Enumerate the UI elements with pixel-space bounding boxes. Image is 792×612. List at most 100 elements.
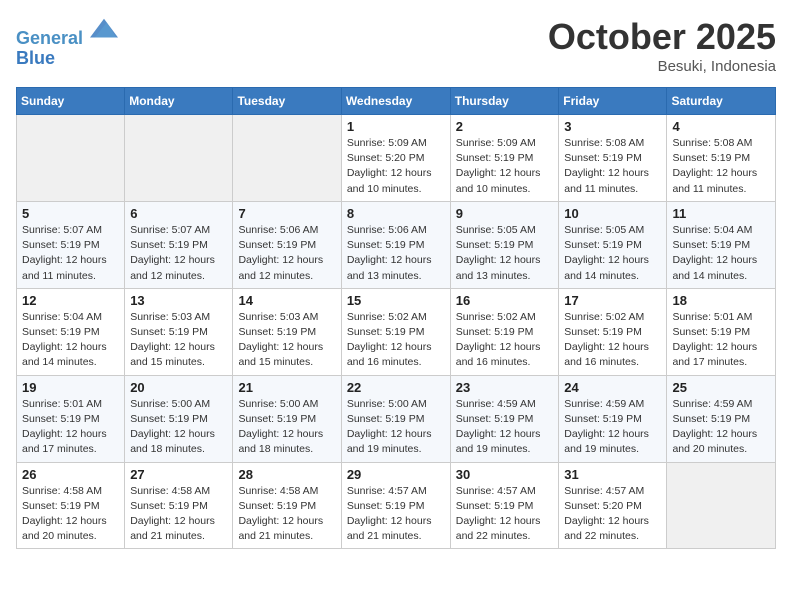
day-number: 12 (22, 293, 119, 308)
day-info: Sunrise: 4:57 AM Sunset: 5:19 PM Dayligh… (347, 484, 445, 545)
calendar-cell: 11 Sunrise: 5:04 AM Sunset: 5:19 PM Dayli… (667, 201, 776, 288)
calendar-week-row: 26 Sunrise: 4:58 AM Sunset: 5:19 PM Dayli… (17, 462, 776, 549)
logo-icon (90, 16, 118, 44)
calendar-week-row: 19 Sunrise: 5:01 AM Sunset: 5:19 PM Dayli… (17, 375, 776, 462)
calendar-cell: 12 Sunrise: 5:04 AM Sunset: 5:19 PM Dayli… (17, 288, 125, 375)
day-info: Sunrise: 5:02 AM Sunset: 5:19 PM Dayligh… (347, 310, 445, 371)
calendar-cell: 31Sunrise: 4:57 AM Sunset: 5:20 PM Dayli… (559, 462, 667, 549)
calendar-cell (233, 115, 341, 202)
calendar-cell: 16Sunrise: 5:02 AM Sunset: 5:19 PM Dayli… (450, 288, 559, 375)
day-info: Sunrise: 4:57 AM Sunset: 5:19 PM Dayligh… (456, 484, 554, 545)
calendar-cell: 7Sunrise: 5:06 AM Sunset: 5:19 PM Daylig… (233, 201, 341, 288)
calendar-cell: 19 Sunrise: 5:01 AM Sunset: 5:19 PM Dayli… (17, 375, 125, 462)
day-number: 11 (672, 206, 770, 221)
day-number: 27 (130, 467, 227, 482)
day-number: 13 (130, 293, 227, 308)
day-number: 7 (238, 206, 335, 221)
day-info: Sunrise: 5:06 AM Sunset: 5:19 PM Dayligh… (347, 223, 445, 284)
day-info: Sunrise: 5:08 AM Sunset: 5:19 PM Dayligh… (564, 136, 661, 197)
logo-general: General (16, 28, 83, 48)
day-number: 17 (564, 293, 661, 308)
calendar-cell: 25 Sunrise: 4:59 AM Sunset: 5:19 PM Dayli… (667, 375, 776, 462)
day-info: Sunrise: 4:59 AM Sunset: 5:19 PM Dayligh… (564, 397, 661, 458)
day-info: Sunrise: 5:09 AM Sunset: 5:19 PM Dayligh… (456, 136, 554, 197)
calendar-cell: 18Sunrise: 5:01 AM Sunset: 5:19 PM Dayli… (667, 288, 776, 375)
day-number: 18 (672, 293, 770, 308)
weekday-header: Tuesday (233, 88, 341, 115)
calendar-cell: 5 Sunrise: 5:07 AM Sunset: 5:19 PM Daylig… (17, 201, 125, 288)
calendar-cell (125, 115, 233, 202)
day-number: 22 (347, 380, 445, 395)
weekday-header: Monday (125, 88, 233, 115)
logo: General Blue (16, 16, 118, 69)
day-number: 16 (456, 293, 554, 308)
day-number: 15 (347, 293, 445, 308)
calendar-week-row: 5 Sunrise: 5:07 AM Sunset: 5:19 PM Daylig… (17, 201, 776, 288)
day-info: Sunrise: 5:05 AM Sunset: 5:19 PM Dayligh… (456, 223, 554, 284)
day-number: 26 (22, 467, 119, 482)
calendar-week-row: 1 Sunrise: 5:09 AM Sunset: 5:20 PM Daylig… (17, 115, 776, 202)
calendar-cell: 17 Sunrise: 5:02 AM Sunset: 5:19 PM Dayli… (559, 288, 667, 375)
day-number: 21 (238, 380, 335, 395)
day-info: Sunrise: 4:59 AM Sunset: 5:19 PM Dayligh… (456, 397, 554, 458)
weekday-header: Friday (559, 88, 667, 115)
day-number: 29 (347, 467, 445, 482)
day-number: 5 (22, 206, 119, 221)
calendar-header: SundayMondayTuesdayWednesdayThursdayFrid… (17, 88, 776, 115)
calendar-cell: 9 Sunrise: 5:05 AM Sunset: 5:19 PM Daylig… (450, 201, 559, 288)
day-info: Sunrise: 5:02 AM Sunset: 5:19 PM Dayligh… (564, 310, 661, 371)
day-number: 2 (456, 119, 554, 134)
calendar-cell: 8 Sunrise: 5:06 AM Sunset: 5:19 PM Daylig… (341, 201, 450, 288)
location: Besuki, Indonesia (548, 58, 776, 75)
calendar-table: SundayMondayTuesdayWednesdayThursdayFrid… (16, 87, 776, 549)
day-info: Sunrise: 4:58 AM Sunset: 5:19 PM Dayligh… (130, 484, 227, 545)
day-info: Sunrise: 5:04 AM Sunset: 5:19 PM Dayligh… (22, 310, 119, 371)
calendar-cell (667, 462, 776, 549)
day-number: 14 (238, 293, 335, 308)
calendar-cell: 14 Sunrise: 5:03 AM Sunset: 5:19 PM Dayli… (233, 288, 341, 375)
calendar-cell: 1 Sunrise: 5:09 AM Sunset: 5:20 PM Daylig… (341, 115, 450, 202)
calendar-cell: 27 Sunrise: 4:58 AM Sunset: 5:19 PM Dayli… (125, 462, 233, 549)
day-info: Sunrise: 5:01 AM Sunset: 5:19 PM Dayligh… (22, 397, 119, 458)
month-title: October 2025 (548, 16, 776, 58)
calendar-cell: 2 Sunrise: 5:09 AM Sunset: 5:19 PM Daylig… (450, 115, 559, 202)
day-info: Sunrise: 5:08 AM Sunset: 5:19 PM Dayligh… (672, 136, 770, 197)
calendar-cell: 13 Sunrise: 5:03 AM Sunset: 5:19 PM Dayli… (125, 288, 233, 375)
day-number: 24 (564, 380, 661, 395)
day-number: 19 (22, 380, 119, 395)
day-info: Sunrise: 4:58 AM Sunset: 5:19 PM Dayligh… (238, 484, 335, 545)
day-info: Sunrise: 5:05 AM Sunset: 5:19 PM Dayligh… (564, 223, 661, 284)
calendar-cell: 21 Sunrise: 5:00 AM Sunset: 5:19 PM Dayli… (233, 375, 341, 462)
day-info: Sunrise: 5:00 AM Sunset: 5:19 PM Dayligh… (238, 397, 335, 458)
calendar-cell: 23Sunrise: 4:59 AM Sunset: 5:19 PM Dayli… (450, 375, 559, 462)
calendar-cell: 3Sunrise: 5:08 AM Sunset: 5:19 PM Daylig… (559, 115, 667, 202)
day-info: Sunrise: 5:03 AM Sunset: 5:19 PM Dayligh… (130, 310, 227, 371)
calendar-cell: 15 Sunrise: 5:02 AM Sunset: 5:19 PM Dayli… (341, 288, 450, 375)
logo-blue: Blue (16, 48, 55, 68)
calendar-week-row: 12 Sunrise: 5:04 AM Sunset: 5:19 PM Dayli… (17, 288, 776, 375)
weekday-header: Saturday (667, 88, 776, 115)
calendar-cell: 6Sunrise: 5:07 AM Sunset: 5:19 PM Daylig… (125, 201, 233, 288)
day-info: Sunrise: 4:57 AM Sunset: 5:20 PM Dayligh… (564, 484, 661, 545)
calendar-body: 1 Sunrise: 5:09 AM Sunset: 5:20 PM Daylig… (17, 115, 776, 549)
day-number: 8 (347, 206, 445, 221)
day-info: Sunrise: 5:00 AM Sunset: 5:19 PM Dayligh… (347, 397, 445, 458)
day-info: Sunrise: 4:58 AM Sunset: 5:19 PM Dayligh… (22, 484, 119, 545)
day-info: Sunrise: 5:04 AM Sunset: 5:19 PM Dayligh… (672, 223, 770, 284)
day-info: Sunrise: 5:03 AM Sunset: 5:19 PM Dayligh… (238, 310, 335, 371)
day-number: 25 (672, 380, 770, 395)
day-number: 10 (564, 206, 661, 221)
day-info: Sunrise: 5:09 AM Sunset: 5:20 PM Dayligh… (347, 136, 445, 197)
calendar-cell (17, 115, 125, 202)
day-info: Sunrise: 5:07 AM Sunset: 5:19 PM Dayligh… (22, 223, 119, 284)
weekday-header: Thursday (450, 88, 559, 115)
day-info: Sunrise: 4:59 AM Sunset: 5:19 PM Dayligh… (672, 397, 770, 458)
calendar-cell: 24 Sunrise: 4:59 AM Sunset: 5:19 PM Dayli… (559, 375, 667, 462)
day-number: 6 (130, 206, 227, 221)
day-number: 1 (347, 119, 445, 134)
day-number: 9 (456, 206, 554, 221)
calendar-cell: 22 Sunrise: 5:00 AM Sunset: 5:19 PM Dayli… (341, 375, 450, 462)
page-header: General Blue October 2025 Besuki, Indone… (16, 16, 776, 75)
calendar-cell: 20Sunrise: 5:00 AM Sunset: 5:19 PM Dayli… (125, 375, 233, 462)
day-info: Sunrise: 5:00 AM Sunset: 5:19 PM Dayligh… (130, 397, 227, 458)
